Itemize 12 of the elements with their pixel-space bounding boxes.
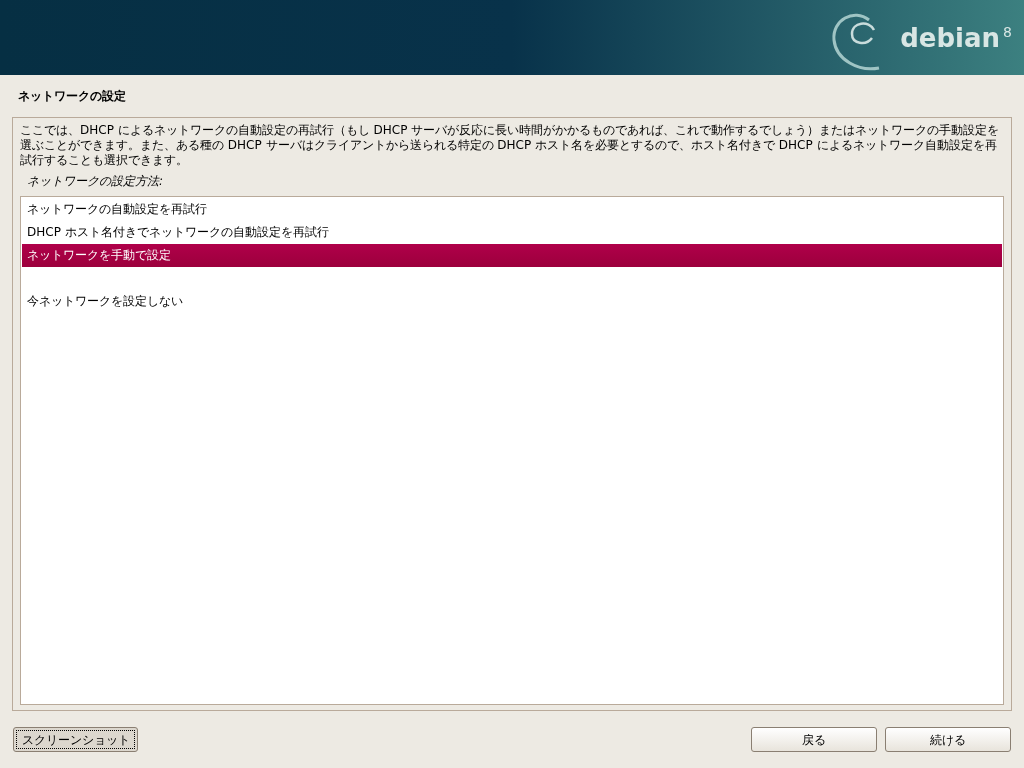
list-item[interactable]: 今ネットワークを設定しない bbox=[22, 290, 1002, 313]
list-item[interactable]: DHCP ホスト名付きでネットワークの自動設定を再試行 bbox=[22, 221, 1002, 244]
list-item[interactable]: ネットワークを手動で設定 bbox=[22, 244, 1002, 267]
page-title: ネットワークの設定 bbox=[18, 88, 127, 105]
prompt-label: ネットワークの設定方法: bbox=[27, 173, 165, 190]
list-item[interactable]: ネットワークの自動設定を再試行 bbox=[22, 198, 1002, 221]
logo-text: debian bbox=[900, 24, 1001, 51]
continue-button[interactable]: 続ける bbox=[885, 727, 1011, 752]
screenshot-button[interactable]: スクリーンショット bbox=[13, 727, 138, 752]
description-text: ここでは、DHCP によるネットワークの自動設定の再試行（もし DHCP サーバが反応に長い時間がかかるものであれば、これで動作するでしょう）またはネットワークの手動設定を選ぶことができます。また、ある種の DHCP サーバはクライアントから送られる特定の DHCP ホスト名を必要とするので、ホスト名付きで DHCP によるネットワーク自動設定を再試行することも選択できます。 bbox=[20, 123, 1001, 168]
back-button[interactable]: 戻る bbox=[751, 727, 877, 752]
version-label: 8 bbox=[1003, 24, 1012, 39]
